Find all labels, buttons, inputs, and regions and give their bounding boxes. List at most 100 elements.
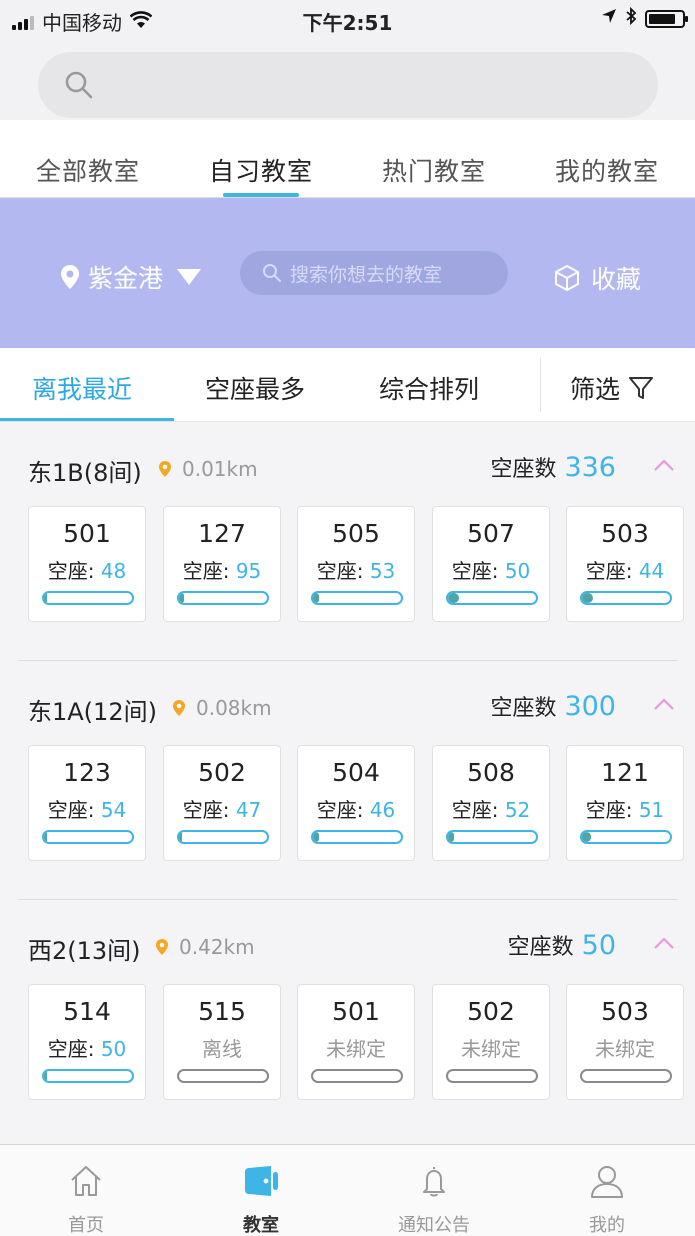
room-number: 514	[63, 997, 111, 1026]
building-name: 东1B(8间)	[28, 459, 142, 487]
location-arrow-icon	[601, 8, 617, 29]
room-status: 离线	[202, 1037, 242, 1061]
building-header[interactable]: 东1B(8间) 0.01km 空座数 336	[28, 447, 678, 487]
nav-home[interactable]: 首页	[26, 1145, 146, 1236]
occupancy-bar	[42, 591, 134, 605]
user-icon	[591, 1166, 623, 1198]
room-card[interactable]: 504 空座: 46	[297, 745, 415, 861]
empty-seat-label: 空座数	[490, 457, 557, 482]
nav-notice-label: 通知公告	[398, 1215, 470, 1236]
occupancy-bar	[580, 830, 672, 844]
building-header[interactable]: 西2(13间) 0.42km 空座数 50	[28, 925, 678, 965]
nav-classroom[interactable]: 教室	[201, 1145, 321, 1236]
occupancy-bar	[42, 830, 134, 844]
room-seats: 空座: 95	[164, 555, 280, 584]
search-icon	[65, 71, 93, 99]
filter-button[interactable]: 筛选	[570, 370, 654, 406]
status-bar: 中国移动 下午2:51	[0, 0, 695, 40]
seat-count: 46	[369, 798, 396, 822]
section-divider	[18, 899, 677, 900]
room-card[interactable]: 507 空座: 50	[432, 506, 550, 622]
search-input[interactable]	[38, 52, 658, 118]
sort-nearest[interactable]: 离我最近	[32, 370, 132, 406]
classroom-search-input[interactable]: 搜索你想去的教室	[240, 251, 508, 295]
status-right	[601, 6, 688, 30]
room-card[interactable]: 515 离线	[163, 984, 281, 1100]
room-card[interactable]: 502 未绑定	[432, 984, 550, 1100]
room-card[interactable]: 508 空座: 52	[432, 745, 550, 861]
location-pin-icon	[173, 700, 185, 716]
room-card[interactable]: 502 空座: 47	[163, 745, 281, 861]
seat-label: 空座:	[451, 798, 499, 822]
room-seats: 空座: 46	[298, 794, 414, 823]
room-number: 508	[467, 758, 515, 787]
room-card[interactable]: 503 空座: 44	[566, 506, 684, 622]
room-seats: 空座: 47	[164, 794, 280, 823]
sort-bar: 离我最近 空座最多 综合排列 筛选	[0, 348, 695, 422]
chevron-up-icon[interactable]	[652, 935, 676, 951]
tab-all-classrooms[interactable]: 全部教室	[36, 152, 140, 188]
room-card[interactable]: 501 未绑定	[297, 984, 415, 1100]
room-seats: 空座: 54	[29, 794, 145, 823]
building-distance: 0.08km	[172, 696, 272, 720]
tab-study-classrooms[interactable]: 自习教室	[209, 152, 313, 188]
distance-value: 0.01km	[182, 457, 258, 481]
room-card[interactable]: 505 空座: 53	[297, 506, 415, 622]
bottom-nav: 首页 教室 通知公告 我的	[0, 1144, 695, 1236]
room-card[interactable]: 123 空座: 54	[28, 745, 146, 861]
occupancy-bar	[42, 1069, 134, 1083]
seat-count: 50	[504, 559, 531, 583]
room-status: 未绑定	[461, 1037, 521, 1061]
seat-count: 51	[638, 798, 665, 822]
building-name: 东1A(12间)	[28, 698, 157, 726]
classroom-search-placeholder: 搜索你想去的教室	[290, 263, 443, 286]
sort-overall[interactable]: 综合排列	[379, 370, 479, 406]
campus-selector[interactable]: 紫金港	[60, 259, 202, 295]
building-header[interactable]: 东1A(12间) 0.08km 空座数 300	[28, 686, 678, 726]
occupancy-bar	[311, 591, 403, 605]
active-tab-indicator	[223, 193, 299, 197]
seat-label: 空座:	[182, 798, 230, 822]
room-card[interactable]: 503 未绑定	[566, 984, 684, 1100]
active-sort-indicator	[0, 418, 174, 421]
room-card[interactable]: 501 空座: 48	[28, 506, 146, 622]
building-name: 西2(13间)	[28, 937, 141, 965]
nav-home-label: 首页	[68, 1215, 104, 1236]
bluetooth-icon	[625, 6, 637, 30]
occupancy-bar	[446, 591, 538, 605]
top-search-bar	[0, 40, 695, 120]
seat-label: 空座:	[182, 559, 230, 583]
room-seats: 空座: 53	[298, 555, 414, 584]
seat-label: 空座:	[47, 798, 95, 822]
chevron-up-icon[interactable]	[652, 696, 676, 712]
seat-count: 44	[638, 559, 665, 583]
room-list: 501 空座: 48 127 空座: 95 505 空座: 53 507 空座: 50 …	[28, 506, 695, 624]
room-number: 504	[332, 758, 380, 787]
sort-most-seats[interactable]: 空座最多	[205, 370, 305, 406]
tab-my-classrooms[interactable]: 我的教室	[555, 152, 659, 188]
seat-label: 空座:	[316, 559, 364, 583]
room-card[interactable]: 514 空座: 50	[28, 984, 146, 1100]
nav-notice[interactable]: 通知公告	[374, 1145, 494, 1236]
room-number: 501	[63, 519, 111, 548]
empty-seat-summary: 空座数 300	[490, 690, 616, 722]
chevron-up-icon[interactable]	[652, 457, 676, 473]
room-number: 515	[198, 997, 246, 1026]
tab-hot-classrooms[interactable]: 热门教室	[382, 152, 486, 188]
filter-icon	[629, 377, 654, 399]
collect-button[interactable]: 收藏	[553, 260, 641, 296]
empty-seat-count: 50	[581, 930, 616, 961]
seat-count: 47	[235, 798, 262, 822]
seat-count: 50	[100, 1037, 127, 1061]
room-card[interactable]: 127 空座: 95	[163, 506, 281, 622]
room-seats: 空座: 50	[29, 1033, 145, 1062]
occupancy-bar	[177, 1069, 269, 1083]
distance-value: 0.08km	[196, 696, 272, 720]
seat-label: 空座:	[451, 559, 499, 583]
room-card[interactable]: 121 空座: 51	[566, 745, 684, 861]
campus-name: 紫金港	[88, 264, 164, 293]
nav-profile[interactable]: 我的	[547, 1145, 667, 1236]
bell-icon	[423, 1167, 445, 1197]
occupancy-bar	[177, 830, 269, 844]
room-seats: 空座: 52	[433, 794, 549, 823]
